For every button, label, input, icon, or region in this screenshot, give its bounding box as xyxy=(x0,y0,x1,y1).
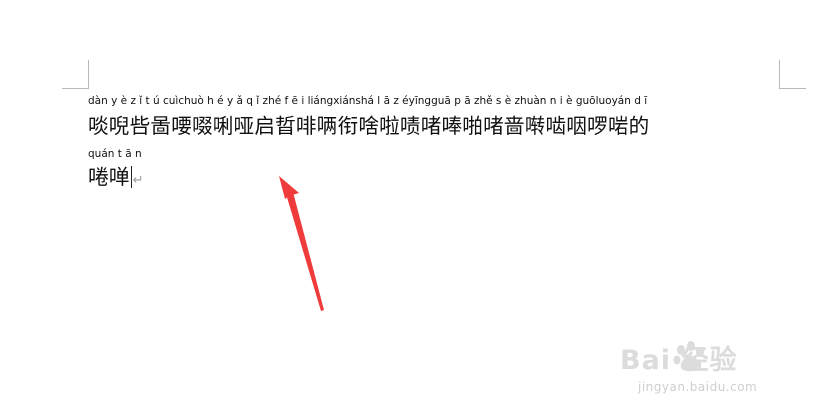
baidu-jingyan-watermark: Bai 经验 jingyan.baidu.com xyxy=(612,336,808,404)
document-page[interactable]: dàn y è z ǐ t ú cuìchuò h é y ǎ q ǐ zhé … xyxy=(0,0,815,415)
watermark-url: jingyan.baidu.com xyxy=(638,380,758,394)
watermark-logo-text: Bai 经验 xyxy=(620,345,738,376)
arrow-shaft xyxy=(286,192,324,311)
